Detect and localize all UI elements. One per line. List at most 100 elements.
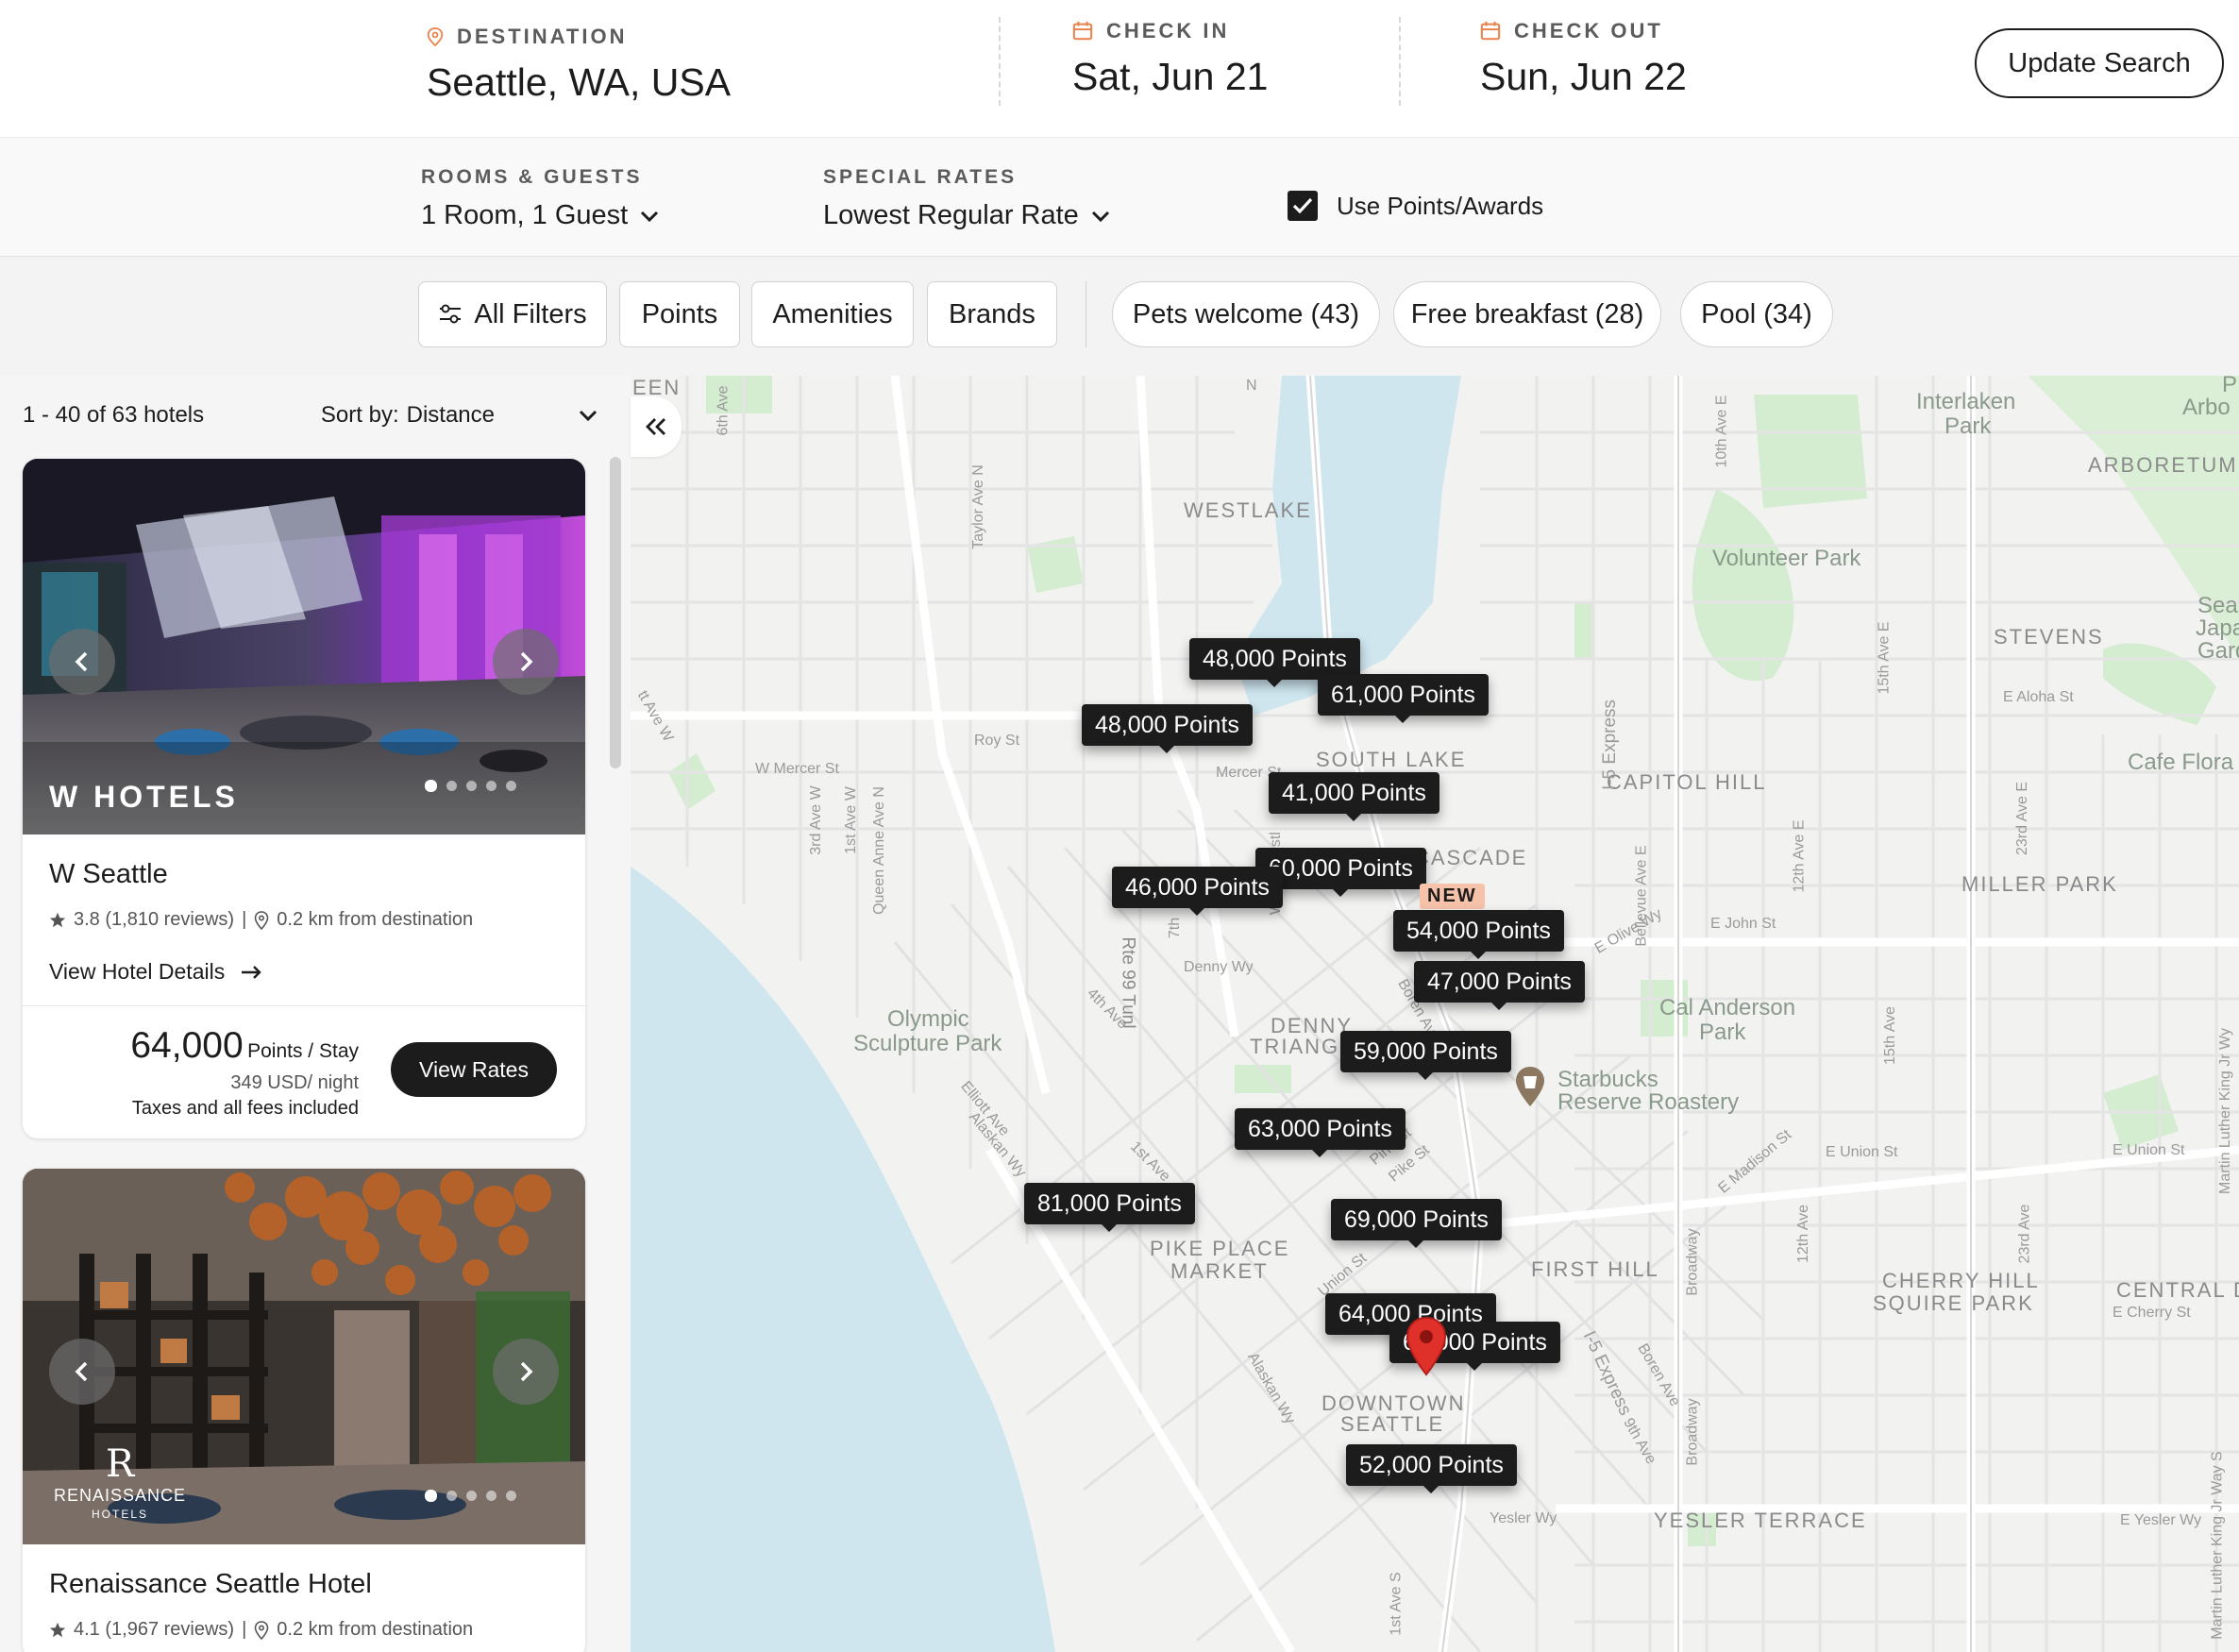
points-unit: Points / Stay bbox=[247, 1040, 359, 1062]
checkin-value[interactable]: Sat, Jun 21 bbox=[1072, 55, 1268, 99]
destination-pin-icon[interactable] bbox=[1405, 1316, 1448, 1376]
checkout-label: CHECK OUT bbox=[1514, 19, 1663, 42]
map-label-pike-place: PIKE PLACE bbox=[1150, 1237, 1290, 1260]
rooms-guests-dropdown[interactable]: 1 Room, 1 Guest bbox=[421, 200, 660, 231]
next-photo-button[interactable] bbox=[493, 1339, 559, 1405]
special-rates-field[interactable]: SPECIAL RATES Lowest Regular Rate bbox=[823, 166, 1111, 231]
pool-chip[interactable]: Pool (34) bbox=[1680, 281, 1833, 347]
price-block: 64,000 Points / Stay 349 USD/ night Taxe… bbox=[130, 1025, 359, 1120]
collapse-list-button[interactable] bbox=[631, 396, 682, 457]
previous-photo-button[interactable] bbox=[49, 629, 115, 695]
hotel-meta: 4.1 (1,967 reviews) | 0.2 km from destin… bbox=[49, 1619, 585, 1641]
map-price-marker[interactable]: 63,000 Points bbox=[1235, 1108, 1406, 1157]
all-filters-button[interactable]: All Filters bbox=[418, 281, 607, 347]
map-street-broadway-2: Broadway bbox=[1684, 1398, 1701, 1466]
amenities-filter-button[interactable]: Amenities bbox=[751, 281, 914, 347]
hotel-card[interactable]: R RENAISSANCE HOTELS Renaissance Seattle… bbox=[23, 1169, 585, 1652]
hotel-photo[interactable]: W HOTELS bbox=[23, 459, 585, 834]
map-price-marker[interactable]: 46,000 Points bbox=[1112, 867, 1283, 916]
points-price: 64,000 bbox=[130, 1025, 244, 1066]
all-filters-label: All Filters bbox=[474, 298, 587, 329]
hotel-distance: 0.2 km from destination bbox=[277, 909, 474, 930]
map-place-arboretum-2: Arbo bbox=[2182, 395, 2231, 420]
checkout-value[interactable]: Sun, Jun 22 bbox=[1480, 55, 1687, 99]
checkmark-icon bbox=[1292, 197, 1313, 214]
map-price-marker[interactable]: 48,000 Points bbox=[1082, 704, 1253, 753]
arrow-right-icon bbox=[242, 965, 261, 979]
taxes-note: Taxes and all fees included bbox=[131, 1098, 359, 1119]
hotel-name[interactable]: W Seattle bbox=[49, 859, 585, 890]
map-price-marker[interactable]: 81,000 Points bbox=[1024, 1183, 1195, 1232]
coffee-cup-icon[interactable] bbox=[1514, 1065, 1546, 1108]
use-points-toggle[interactable]: Use Points/Awards bbox=[1288, 191, 1543, 221]
map-label-cherry-hill: CHERRY HILL bbox=[1882, 1269, 2040, 1292]
results-count: 1 - 40 of 63 hotels bbox=[23, 402, 205, 428]
next-photo-button[interactable] bbox=[493, 629, 559, 695]
carousel-dot[interactable] bbox=[486, 1491, 497, 1501]
carousel-dot[interactable] bbox=[425, 780, 437, 792]
checkin-label-row: CHECK IN bbox=[1072, 19, 1268, 43]
map-price-marker[interactable]: 59,000 Points bbox=[1340, 1031, 1511, 1080]
list-scrollbar[interactable] bbox=[610, 457, 621, 768]
map-price-marker[interactable]: 52,000 Points bbox=[1346, 1444, 1517, 1493]
map-street-12th-ave: 12th Ave bbox=[1794, 1205, 1811, 1263]
carousel-dot[interactable] bbox=[486, 781, 497, 791]
carousel-dot[interactable] bbox=[446, 1491, 457, 1501]
map-price-marker[interactable]: 41,000 Points bbox=[1269, 772, 1439, 821]
carousel-dot[interactable] bbox=[506, 1491, 516, 1501]
special-rates-dropdown[interactable]: Lowest Regular Rate bbox=[823, 200, 1111, 231]
rooms-guests-field[interactable]: ROOMS & GUESTS 1 Room, 1 Guest bbox=[421, 166, 660, 231]
hotel-photo[interactable]: R RENAISSANCE HOTELS bbox=[23, 1169, 585, 1544]
map-price-marker[interactable]: 47,000 Points bbox=[1414, 961, 1585, 1010]
checkin-field[interactable]: CHECK IN Sat, Jun 21 bbox=[1072, 19, 1268, 99]
map-street-e-yesler: E Yesler Wy bbox=[2120, 1512, 2202, 1528]
points-filter-button[interactable]: Points bbox=[619, 281, 740, 347]
view-rates-button[interactable]: View Rates bbox=[391, 1042, 557, 1097]
map-label-yesler-terrace: YESLER TERRACE bbox=[1654, 1509, 1867, 1532]
map-street-e-aloha: E Aloha St bbox=[2003, 689, 2074, 705]
previous-photo-button[interactable] bbox=[49, 1339, 115, 1405]
carousel-dot[interactable] bbox=[466, 1491, 477, 1501]
map-place-volunteer-park: Volunteer Park bbox=[1712, 546, 1861, 571]
carousel-dot[interactable] bbox=[506, 781, 516, 791]
map-street-15th-ave: 15th Ave bbox=[1881, 1006, 1898, 1065]
destination-label: DESTINATION bbox=[457, 25, 628, 48]
special-rates-value: Lowest Regular Rate bbox=[823, 200, 1079, 230]
sort-label: Sort by: bbox=[320, 402, 399, 428]
map-price-marker[interactable]: 61,000 Points bbox=[1318, 674, 1489, 723]
destination-field[interactable]: DESTINATION Seattle, WA, USA bbox=[427, 25, 731, 105]
map-street-bellevue: Bellevue Ave E bbox=[1633, 845, 1650, 947]
sliders-icon bbox=[440, 304, 462, 324]
checkout-field[interactable]: CHECK OUT Sun, Jun 22 bbox=[1480, 19, 1687, 99]
brands-filter-button[interactable]: Brands bbox=[927, 281, 1057, 347]
pets-welcome-chip[interactable]: Pets welcome (43) bbox=[1112, 281, 1380, 347]
map-place-cal-anderson: Cal Anderson bbox=[1659, 995, 1796, 1020]
chevron-down-icon bbox=[579, 410, 598, 422]
destination-value[interactable]: Seattle, WA, USA bbox=[427, 60, 731, 105]
destination-label-row: DESTINATION bbox=[427, 25, 731, 49]
hotel-list-panel: 1 - 40 of 63 hotels Sort by: Distance W … bbox=[0, 376, 631, 1652]
chevron-down-icon bbox=[1091, 211, 1109, 222]
update-search-button[interactable]: Update Search bbox=[1975, 28, 2224, 98]
hotel-rating: 3.8 (1,810 reviews) bbox=[74, 909, 235, 930]
map-price-marker[interactable]: 69,000 Points bbox=[1331, 1199, 1502, 1248]
carousel-dot[interactable] bbox=[446, 781, 457, 791]
carousel-dot[interactable] bbox=[425, 1490, 437, 1502]
location-pin-icon bbox=[254, 910, 269, 930]
map-street-e-union: E Union St bbox=[1826, 1144, 1898, 1160]
free-breakfast-chip[interactable]: Free breakfast (28) bbox=[1393, 281, 1661, 347]
map-label-squire-park: SQUIRE PARK bbox=[1873, 1291, 2034, 1315]
map-street-roy: Roy St bbox=[974, 733, 1020, 749]
hotel-name[interactable]: Renaissance Seattle Hotel bbox=[49, 1569, 585, 1600]
sort-dropdown[interactable]: Sort by: Distance bbox=[321, 402, 598, 429]
map-street-e-cherry: E Cherry St bbox=[2113, 1305, 2191, 1321]
map-price-marker[interactable]: 54,000 Points bbox=[1393, 910, 1564, 959]
view-hotel-details-link[interactable]: View Hotel Details bbox=[49, 959, 585, 985]
carousel-dot[interactable] bbox=[466, 781, 477, 791]
price-row: 64,000 Points / Stay 349 USD/ night Taxe… bbox=[23, 1006, 585, 1133]
hotel-card[interactable]: W HOTELS W Seattle 3.8 (1,810 reviews) |… bbox=[23, 459, 585, 1138]
map-place-interlaken-park: Park bbox=[1944, 413, 1992, 439]
meta-separator: | bbox=[242, 909, 247, 930]
use-points-checkbox[interactable] bbox=[1288, 191, 1318, 221]
divider bbox=[1399, 17, 1401, 106]
